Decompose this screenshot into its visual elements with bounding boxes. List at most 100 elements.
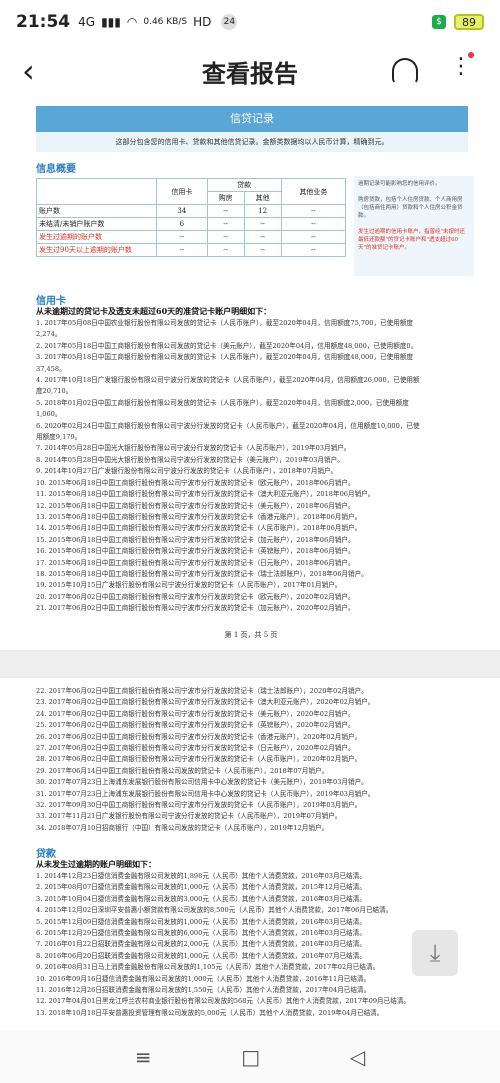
cell: -- xyxy=(206,243,245,257)
battery-indicator: 89 xyxy=(454,14,484,30)
list-item: 13. 2018年10月18日平安普惠投资管理有限公司发放的5,000元（人民币… xyxy=(36,1008,384,1017)
card-section-title: 信用卡 xyxy=(36,296,66,307)
hd-label: HD xyxy=(193,15,212,29)
list-item: 3. 2015年10月04日捷信消费金融有限公司发放的3,000元（人民币）其他… xyxy=(36,894,366,903)
list-item: 33. 2017年11月21日广发银行股份有限公司宁波分行发放的贷记卡（人民币账… xyxy=(36,812,342,821)
table-row: 发生过90天以上逾期的账户数 -- -- -- -- xyxy=(36,243,347,257)
cell: -- xyxy=(206,230,245,244)
table-row: 发生过逾期的账户数 -- -- -- -- xyxy=(36,230,347,244)
list-item: 20. 2017年06月02日中国工商银行股份有限公司宁波市分行发放的贷记卡（欧… xyxy=(36,592,355,601)
back-button[interactable]: ‹ xyxy=(22,52,35,90)
back-triangle-icon[interactable]: ◁ xyxy=(350,1045,365,1069)
list-item: 28. 2017年06月02日中国工商银行股份有限公司宁波市分行发放的贷记卡（人… xyxy=(36,755,362,764)
list-item: 2. 2017年05月18日中国工商银行股份有限公司发放的贷记卡（美元账户），截… xyxy=(36,341,418,350)
list-item: 30. 2017年07月23日上海浦东发展银行股份有限公司信用卡中心发放的贷记卡… xyxy=(36,778,368,787)
summary-table: 信用卡 贷款 其他业务 购房 其他 账户数 34 -- 12 -- 未结清/未销… xyxy=(36,178,347,257)
download-button[interactable]: ⤓ xyxy=(412,930,458,976)
cell: 12 xyxy=(243,204,282,218)
card-account-list: 1. 2017年05月08日中国农业银行股份有限公司发放的贷记卡（人民币账户），… xyxy=(36,318,481,624)
list-item: 17. 2015年06月18日中国工商银行股份有限公司宁波市分行发放的贷记卡（日… xyxy=(36,558,355,567)
cell: -- xyxy=(243,230,282,244)
list-item: 13. 2015年06月18日中国工商银行股份有限公司宁波市分行发放的贷记卡（香… xyxy=(36,512,362,521)
col-house: 购房 xyxy=(206,191,245,205)
credit-record-subheader: 这部分包含您的信用卡、贷款和其他信贷记录。金额类数据均以人民币计算，精确到元。 xyxy=(36,132,468,152)
list-item: 27. 2017年06月02日中国工商银行股份有限公司宁波市分行发放的贷记卡（日… xyxy=(36,744,355,753)
row-label: 账户数 xyxy=(36,204,157,218)
cell: -- xyxy=(243,217,282,231)
list-item: 32. 2017年09月30日中国工商银行股份有限公司宁波市分行发放的贷记卡（人… xyxy=(36,801,362,810)
list-item: 19. 2015年10月15日广发银行股份有限公司宁波分行发放的贷记卡（人民币账… xyxy=(36,581,342,590)
list-item: 26. 2017年06月02日中国工商银行股份有限公司宁波市分行发放的贷记卡（香… xyxy=(36,732,362,741)
list-item: 7. 2014年05月28日中国光大银行股份有限公司宁波分行发放的贷记卡（人民币… xyxy=(36,444,351,453)
page-separator xyxy=(0,650,500,678)
list-item: 11. 2016年12月26日招联消费金融有限公司发放的1,550元（人民币）其… xyxy=(36,986,371,995)
network-type: 4G xyxy=(78,15,96,29)
network-indicators: 4G ▮▮▮ ◠ 0.46 KB/S HD 24 xyxy=(78,14,238,30)
cell: -- xyxy=(243,243,282,257)
note-text: 购房贷款，包括个人住房贷款、个人商用房（包括商住两用）贷款和个人住房公积金贷款。 xyxy=(358,197,463,219)
list-item: 15. 2015年06月18日中国工商银行股份有限公司宁波市分行发放的贷记卡（加… xyxy=(36,535,355,544)
report-page-1: 信贷记录 这部分包含您的信用卡、贷款和其他信贷记录。金额类数据均以人民币计算，精… xyxy=(16,100,486,646)
list-item: 1. 2014年12月23日捷信消费金融有限公司发放的1,898元（人民币）其他… xyxy=(36,872,366,880)
col-card: 信用卡 xyxy=(156,178,208,205)
card-account-list-cont: 22. 2017年06月02日中国工商银行股份有限公司宁波市分行发放的贷记卡（瑞… xyxy=(36,686,481,838)
cell: -- xyxy=(280,204,347,218)
list-item: 2. 2015年08月07日捷信消费金融有限公司发放的1,000元（人民币）其他… xyxy=(36,883,366,892)
list-item: 23. 2017年06月02日中国工商银行股份有限公司宁波市分行发放的贷记卡（澳… xyxy=(36,698,375,707)
list-item: 1,060。 xyxy=(36,410,62,419)
row-label: 发生过逾期的账户数 xyxy=(36,230,157,244)
note-text: 发生过逾期的信用卡账户，指曾经"未按时还最低还款额"的贷记卡账户和"透支超过60… xyxy=(358,229,466,251)
system-nav-bar: ≡ □ ◁ xyxy=(0,1030,500,1083)
summary-notes: 逾期记录可能影响您的信用评价。 购房贷款，包括个人住房贷款、个人商用房（包括商住… xyxy=(354,176,474,276)
headset-icon[interactable] xyxy=(392,58,418,84)
list-item: 16. 2015年06月18日中国工商银行股份有限公司宁波市分行发放的贷记卡（英… xyxy=(36,547,355,556)
app-status-icon: $ xyxy=(432,15,446,29)
credit-record-header: 信贷记录 xyxy=(36,106,468,132)
col-other-biz: 其他业务 xyxy=(280,178,347,205)
table-row: 未结清/未销户账户数 6 -- -- -- xyxy=(36,217,347,231)
list-item: 5. 2018年01月02日中国工商银行股份有限公司发放的贷记卡（人民币账户），… xyxy=(36,398,409,407)
status-time: 21:54 xyxy=(16,12,71,32)
notification-count: 24 xyxy=(221,14,238,30)
row-label: 发生过90天以上逾期的账户数 xyxy=(36,243,157,257)
status-bar: 21:54 4G ▮▮▮ ◠ 0.46 KB/S HD 24 $ 89 xyxy=(0,0,500,44)
loan-section-title: 贷款 xyxy=(36,849,56,860)
download-icon: ⤓ xyxy=(429,939,441,967)
list-item: 14. 2015年06月18日中国工商银行股份有限公司宁波市分行发放的贷记卡（人… xyxy=(36,524,362,533)
home-icon[interactable]: □ xyxy=(241,1045,260,1069)
cell: -- xyxy=(280,243,347,257)
loan-section-subtitle: 从未发生过逾期的账户明细如下： xyxy=(36,859,156,869)
list-item: 3. 2017年05月18日中国工商银行股份有限公司发放的贷记卡（人民币账户），… xyxy=(36,353,414,362)
summary-title: 信息概要 xyxy=(36,164,76,175)
cell: -- xyxy=(206,217,245,231)
list-item: 24. 2017年06月02日中国工商银行股份有限公司宁波市分行发放的贷记卡（美… xyxy=(36,709,355,718)
cell: -- xyxy=(156,230,208,244)
list-item: 10. 2016年09月16日捷信消费金融有限公司发放的1,000元（人民币）其… xyxy=(36,974,371,983)
net-speed: 0.46 KB/S xyxy=(143,16,188,27)
list-item: 12. 2015年06月18日中国工商银行股份有限公司宁波市分行发放的贷记卡（美… xyxy=(36,501,355,510)
menu-icon[interactable]: ≡ xyxy=(135,1045,152,1069)
signal-icon: ▮▮▮ xyxy=(101,15,121,29)
col-other: 其他 xyxy=(243,191,282,205)
cell: 6 xyxy=(156,217,208,231)
list-item: 11. 2015年06月18日中国工商银行股份有限公司宁波市分行发放的贷记卡（澳… xyxy=(36,490,375,499)
list-item: 34. 2018年07月10日招商银行（中国）有限公司发放的贷记卡（人民币账户）… xyxy=(36,823,329,832)
cell: -- xyxy=(280,217,347,231)
row-label: 未结清/未销户账户数 xyxy=(36,217,157,231)
page-title: 查看报告 xyxy=(202,59,298,88)
list-item: 25. 2017年06月02日中国工商银行股份有限公司宁波市分行发放的贷记卡（英… xyxy=(36,721,355,730)
list-item: 29. 2017年06月14日中国工商银行股份有限公司发放的贷记卡（人民币账户）… xyxy=(36,766,329,775)
list-item: 22. 2017年06月02日中国工商银行股份有限公司宁波市分行发放的贷记卡（瑞… xyxy=(36,687,368,695)
list-item: 37,458。 xyxy=(36,364,66,373)
wifi-icon: ◠ xyxy=(126,15,138,29)
list-item: 度20,710。 xyxy=(36,387,73,396)
notification-dot xyxy=(468,52,474,58)
note-text: 逾期记录可能影响您的信用评价。 xyxy=(358,181,441,187)
list-item: 31. 2017年07月23日上海浦东发展银行股份有限公司信用卡中心发放的贷记卡… xyxy=(36,789,375,798)
list-item: 5. 2015年12月09日捷信消费金融有限公司发放的1,000元（人民币）其他… xyxy=(36,917,366,926)
cell: -- xyxy=(280,230,347,244)
list-item: 用额度9,179。 xyxy=(36,433,82,442)
page-number: 第 1 页，共 5 页 xyxy=(224,631,278,639)
list-item: 12. 2017年04月01日黑龙江呼兰农村商业银行股份有限公司发放的568元（… xyxy=(36,997,411,1006)
list-item: 6. 2020年02月24日中国工商银行股份有限公司宁波分行发放的贷记卡（人民币… xyxy=(36,421,420,430)
